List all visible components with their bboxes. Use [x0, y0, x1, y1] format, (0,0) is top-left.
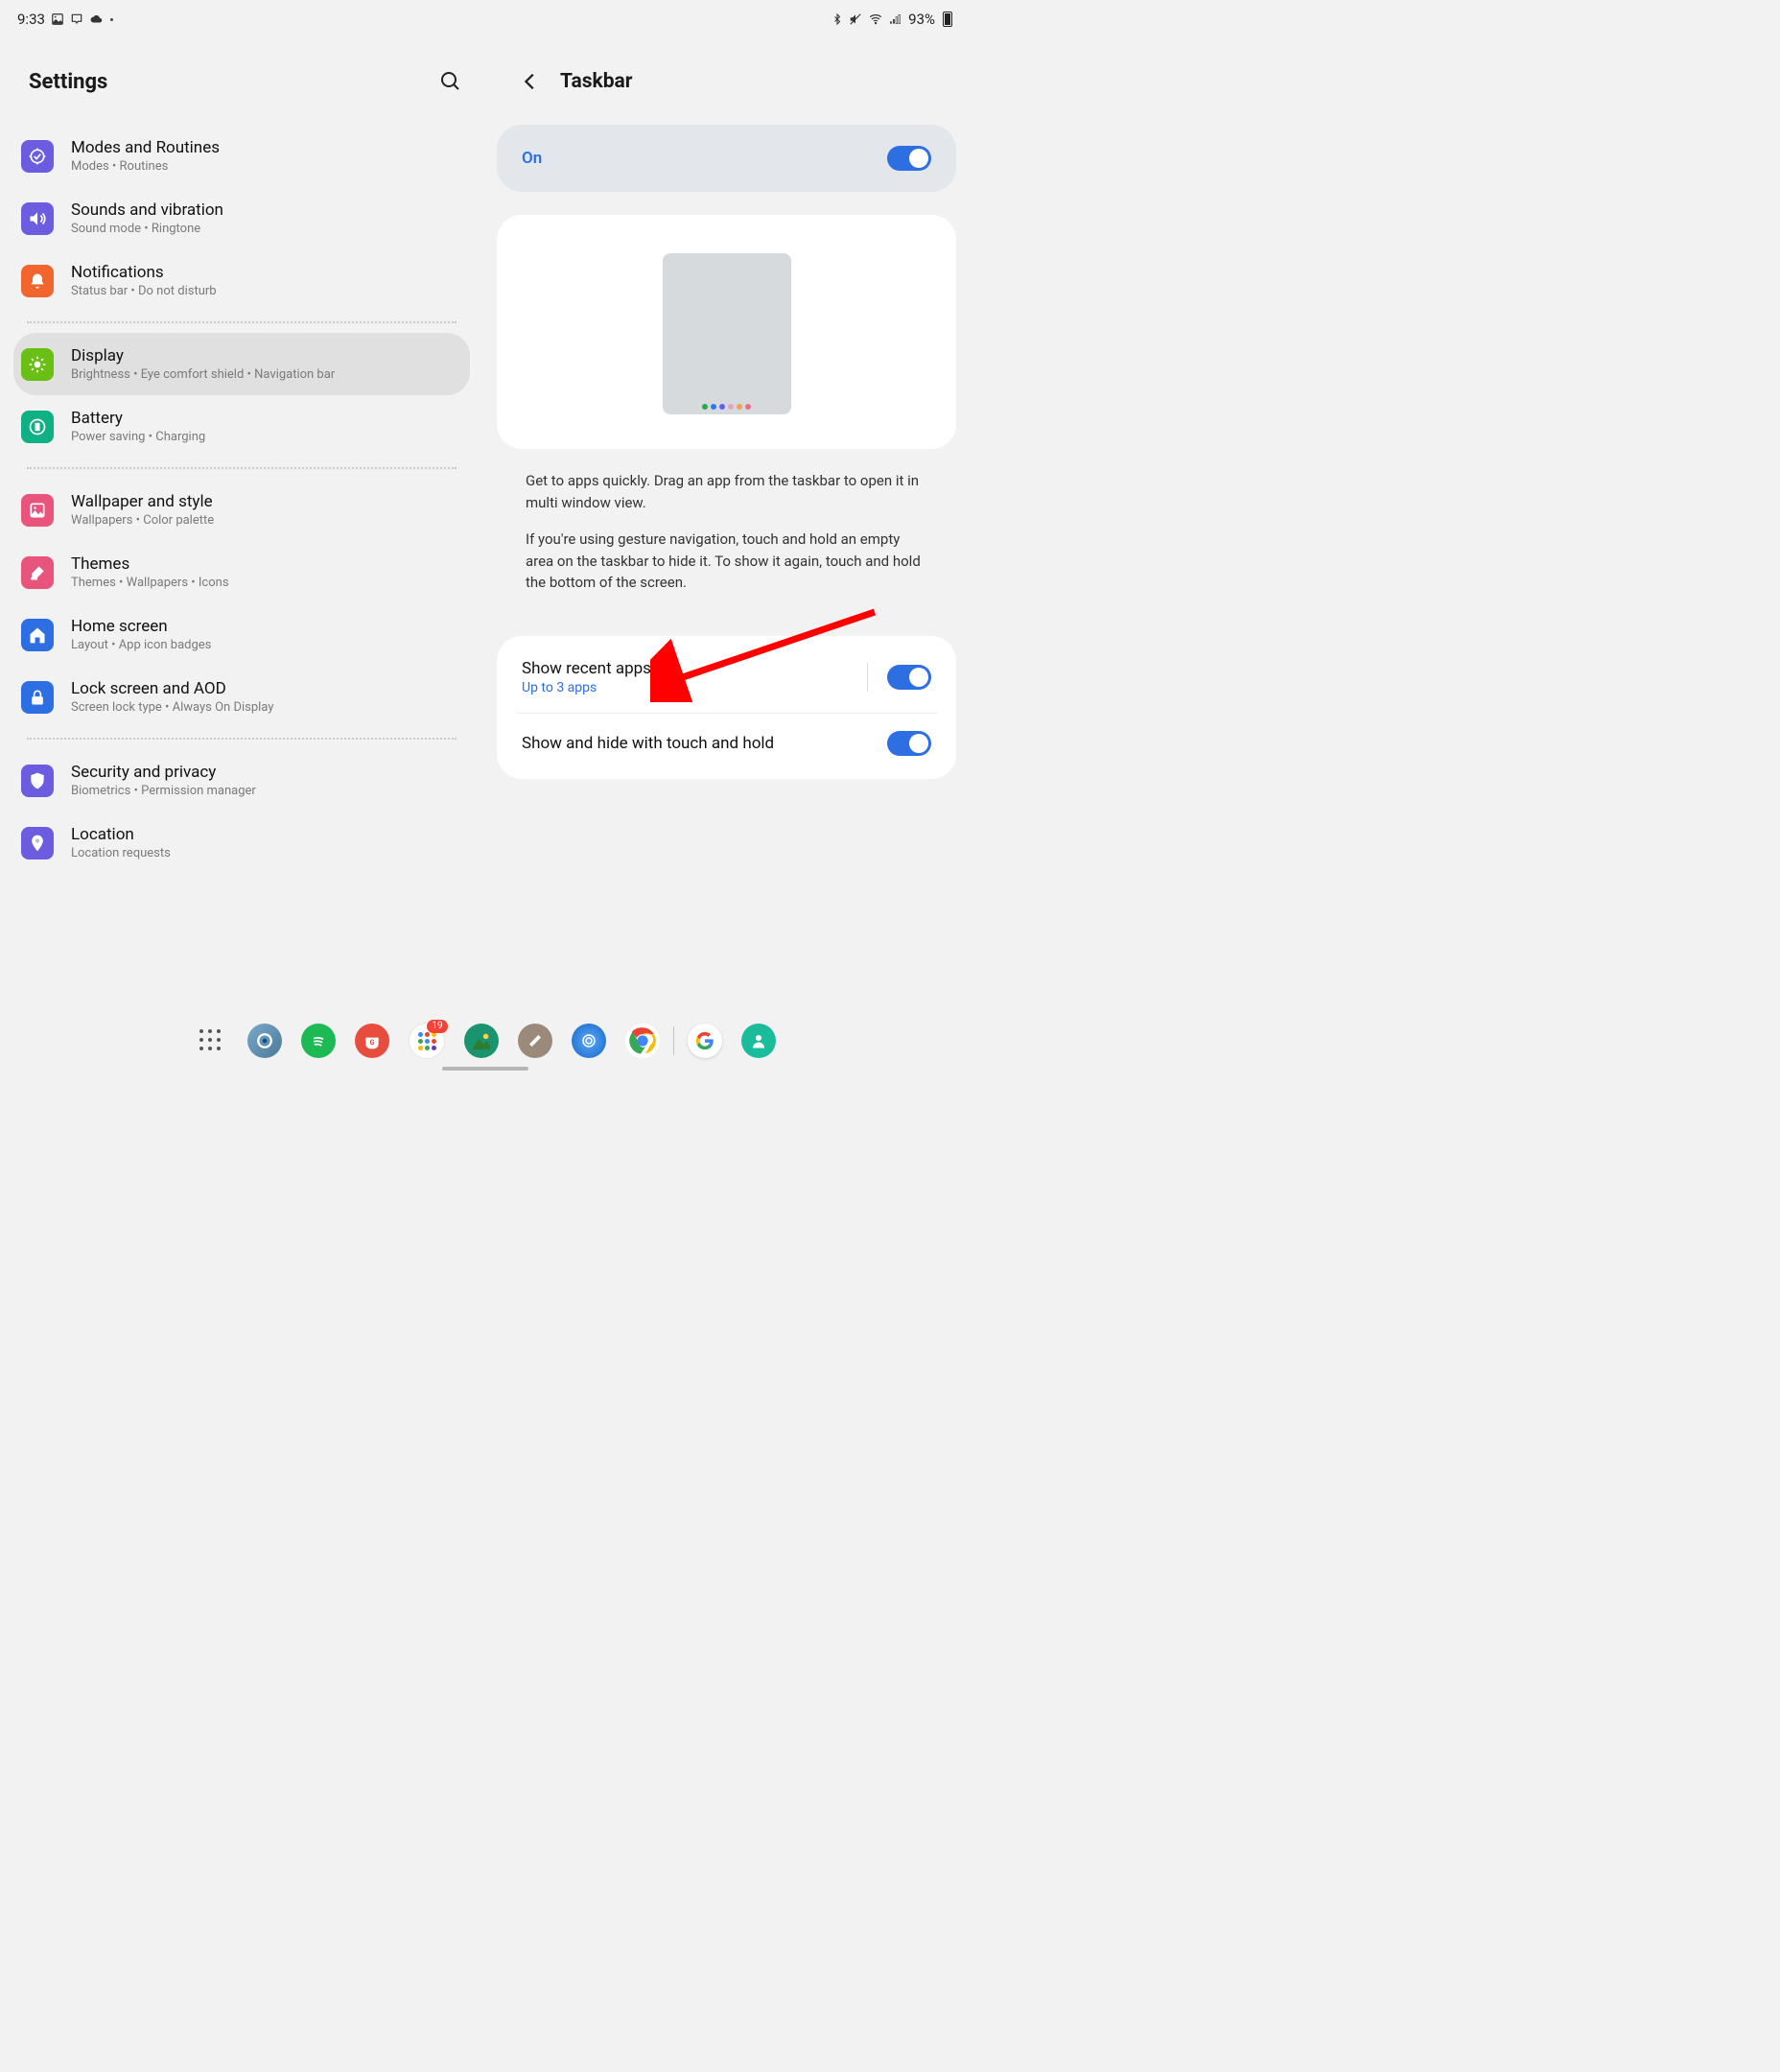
- settings-item-home-screen[interactable]: Home screenLayout • App icon badges: [13, 603, 470, 666]
- settings-item-notifications[interactable]: NotificationsStatus bar • Do not disturb: [13, 249, 470, 312]
- dock-app-4-badge: 19: [427, 1020, 448, 1033]
- detail-title: Taskbar: [560, 70, 632, 93]
- speaker-icon: [21, 202, 54, 235]
- settings-item-location[interactable]: LocationLocation requests: [13, 812, 470, 874]
- settings-item-security-and-privacy[interactable]: Security and privacyBiometrics • Permiss…: [13, 749, 470, 812]
- signal-icon: [889, 12, 902, 26]
- show-recent-apps-row[interactable]: Show recent apps Up to 3 apps: [497, 642, 956, 713]
- brush-icon: [21, 556, 54, 589]
- description-text: Get to apps quickly. Drag an app from th…: [497, 449, 956, 619]
- dock-app-chrome[interactable]: [625, 1024, 660, 1058]
- show-recent-apps-toggle[interactable]: [887, 665, 931, 690]
- options-card: Show recent apps Up to 3 apps Show and h…: [497, 636, 956, 779]
- wifi-icon: [868, 12, 883, 26]
- settings-item-wallpaper-and-style[interactable]: Wallpaper and styleWallpapers • Color pa…: [13, 479, 470, 541]
- dock-app-4[interactable]: 19: [409, 1023, 445, 1059]
- svg-text:G: G: [369, 1038, 374, 1047]
- target-icon: [21, 140, 54, 173]
- dock-app-edit[interactable]: [518, 1024, 552, 1058]
- dock-app-spotify[interactable]: [301, 1024, 336, 1058]
- status-time: 9:33: [17, 11, 45, 28]
- dock-separator: [673, 1026, 674, 1055]
- cloud-icon: [89, 12, 105, 26]
- show-hide-touch-hold-label: Show and hide with touch and hold: [522, 734, 874, 753]
- search-icon[interactable]: [437, 68, 464, 95]
- master-toggle[interactable]: [887, 146, 931, 171]
- taskbar-dock: G 19: [0, 1023, 970, 1059]
- image-icon: [21, 494, 54, 527]
- mute-icon: [849, 12, 862, 26]
- section-divider: [27, 467, 457, 469]
- section-divider: [27, 321, 457, 323]
- lock-icon: [21, 681, 54, 714]
- settings-item-modes-and-routines[interactable]: Modes and RoutinesModes • Routines: [13, 125, 470, 187]
- dock-app-authenticator[interactable]: [572, 1024, 606, 1058]
- dock-recent-google[interactable]: [688, 1024, 722, 1058]
- show-hide-touch-hold-row[interactable]: Show and hide with touch and hold: [497, 714, 956, 773]
- battery-icon: [21, 411, 54, 443]
- show-recent-apps-label: Show recent apps: [522, 659, 854, 678]
- pin-icon: [21, 827, 54, 859]
- settings-item-lock-screen-and-aod[interactable]: Lock screen and AODScreen lock type • Al…: [13, 666, 470, 728]
- gesture-handle[interactable]: [442, 1067, 528, 1071]
- home-icon: [21, 619, 54, 651]
- apps-grid-icon[interactable]: [194, 1024, 228, 1058]
- settings-title: Settings: [29, 70, 107, 94]
- settings-item-themes[interactable]: ThemesThemes • Wallpapers • Icons: [13, 541, 470, 603]
- shield-icon: [21, 765, 54, 797]
- battery-icon: [941, 12, 952, 27]
- master-toggle-row[interactable]: On: [497, 125, 956, 192]
- bell-icon: [21, 265, 54, 297]
- section-divider: [27, 738, 457, 740]
- preview-card: [497, 215, 956, 449]
- image-icon: [51, 12, 64, 26]
- settings-item-display[interactable]: DisplayBrightness • Eye comfort shield •…: [13, 333, 470, 395]
- option-divider: [867, 663, 868, 692]
- back-button[interactable]: [516, 67, 545, 96]
- dock-app-photos[interactable]: [464, 1024, 499, 1058]
- dock-recent-2[interactable]: [741, 1024, 776, 1058]
- more-dot-icon: [110, 18, 113, 21]
- tablet-preview: [663, 253, 791, 414]
- dock-app-1[interactable]: [247, 1024, 282, 1058]
- bluetooth-icon: [831, 12, 843, 26]
- sun-icon: [21, 348, 54, 381]
- battery-percent: 93%: [908, 11, 935, 28]
- settings-item-battery[interactable]: BatteryPower saving • Charging: [13, 395, 470, 458]
- show-hide-touch-hold-toggle[interactable]: [887, 731, 931, 756]
- show-recent-apps-sub: Up to 3 apps: [522, 680, 854, 695]
- dock-app-3[interactable]: G: [355, 1024, 389, 1058]
- on-label: On: [522, 149, 887, 168]
- inbox-icon: [70, 12, 83, 26]
- status-bar: 9:33 93%: [0, 0, 970, 38]
- settings-item-sounds-and-vibration[interactable]: Sounds and vibrationSound mode • Rington…: [13, 187, 470, 249]
